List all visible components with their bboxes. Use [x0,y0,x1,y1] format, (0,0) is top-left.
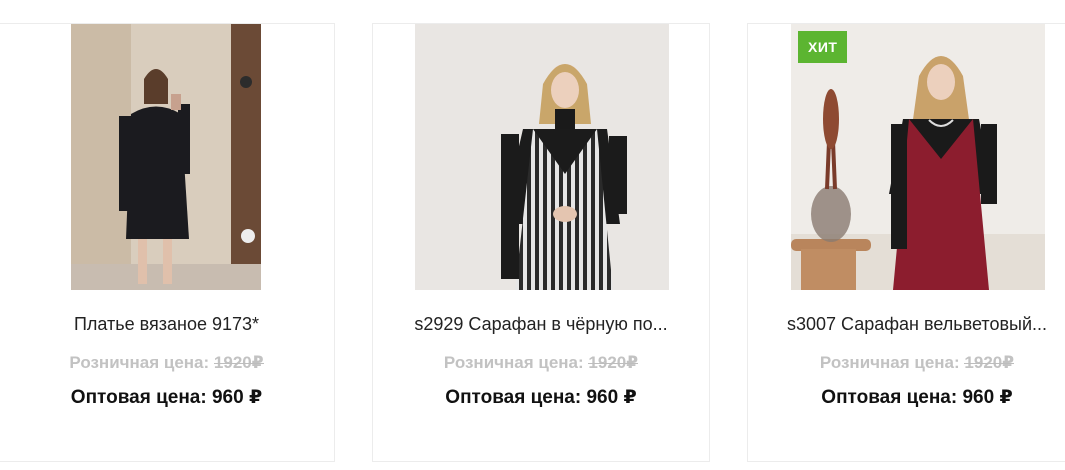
wholesale-value: 960 [211,387,244,408]
currency-symbol: ₽ [999,387,1013,408]
wholesale-label: Оптовая цена: [445,387,582,408]
currency-symbol: ₽ [623,387,637,408]
retail-old-price: 1920₽ [964,353,1014,372]
currency-symbol: ₽ [251,353,264,372]
wholesale-price: Оптовая цена: 960 ₽ [373,386,709,409]
product-title[interactable]: Платье вязаное 9173* [0,314,334,335]
retail-old-price: 1920₽ [588,353,638,372]
retail-value: 1920 [588,353,627,372]
retail-price: Розничная цена: 1920₽ [0,353,334,373]
wholesale-label: Оптовая цена: [70,387,207,408]
product-title[interactable]: s3007 Сарафан вельветовый... [748,314,1065,335]
retail-label: Розничная цена: [443,353,584,372]
wholesale-label: Оптовая цена: [821,387,958,408]
product-card[interactable]: Платье вязаное 9173* Розничная цена: 192… [0,23,335,462]
wholesale-value: 960 [962,387,995,408]
retail-value: 1920 [213,353,252,372]
retail-value: 1920 [964,353,1003,372]
retail-label: Розничная цена: [69,353,210,372]
product-photo[interactable] [415,24,669,290]
retail-old-price: 1920₽ [214,353,264,372]
product-card[interactable]: s2929 Сарафан в чёрную по... Розничная ц… [372,23,710,462]
currency-symbol: ₽ [248,387,263,408]
wholesale-value: 960 [586,387,619,408]
wholesale-price: Оптовая цена: 960 ₽ [0,386,334,409]
product-title[interactable]: s2929 Сарафан в чёрную по... [373,314,709,335]
product-card[interactable]: ХИТ s3007 Сарафан вельветовый... Розничн… [747,23,1065,462]
currency-symbol: ₽ [1002,353,1015,372]
product-photo[interactable] [71,24,261,290]
wholesale-price: Оптовая цена: 960 ₽ [748,386,1065,409]
currency-symbol: ₽ [626,353,639,372]
retail-price: Розничная цена: 1920₽ [373,353,709,373]
product-photo[interactable]: ХИТ [791,24,1045,290]
retail-price: Розничная цена: 1920₽ [748,353,1065,373]
retail-label: Розничная цена: [819,353,960,372]
hit-badge: ХИТ [798,31,848,63]
